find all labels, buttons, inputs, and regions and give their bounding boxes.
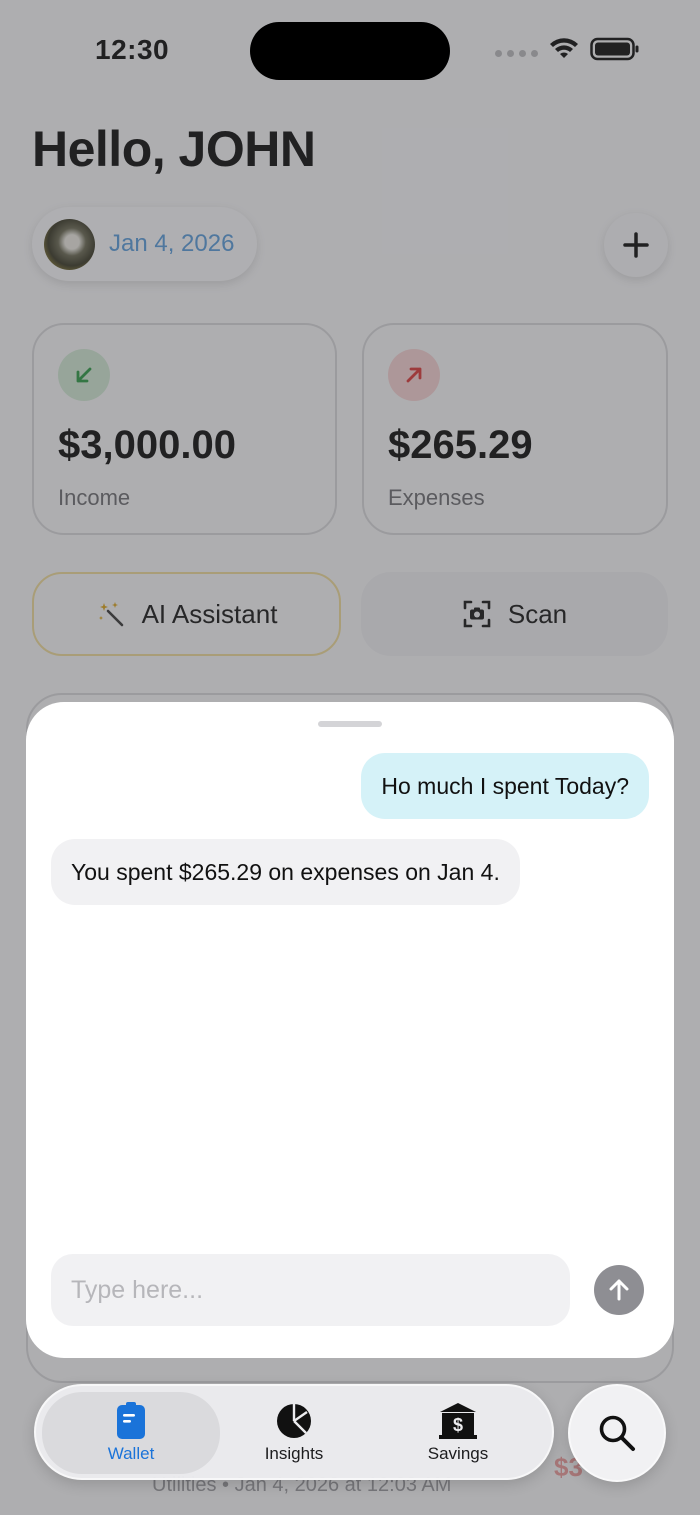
tab-bar: Wallet Insights $ Savings bbox=[34, 1384, 554, 1480]
tab-savings-label: Savings bbox=[427, 1444, 489, 1463]
wallet-icon bbox=[117, 1402, 145, 1439]
app-screen: 12:30 Hello, JOHN Jan 4, 2026 $3,000.00 … bbox=[0, 0, 700, 1515]
bank-icon: $ bbox=[439, 1403, 477, 1439]
tab-wallet[interactable]: Wallet bbox=[42, 1392, 220, 1474]
search-icon bbox=[599, 1415, 635, 1451]
chat-input[interactable] bbox=[51, 1254, 570, 1326]
search-button[interactable] bbox=[568, 1384, 666, 1482]
assistant-message-bubble: You spent $265.29 on expenses on Jan 4. bbox=[51, 839, 520, 905]
arrow-up-icon bbox=[609, 1279, 629, 1301]
sheet-grabber[interactable] bbox=[318, 721, 382, 727]
dynamic-island bbox=[250, 22, 450, 80]
ai-assistant-sheet: Ho much I spent Today? You spent $265.29… bbox=[26, 702, 674, 1358]
user-message-bubble: Ho much I spent Today? bbox=[361, 753, 649, 819]
tab-savings[interactable]: $ Savings bbox=[378, 1392, 538, 1474]
send-button[interactable] bbox=[594, 1265, 644, 1315]
tab-insights-label: Insights bbox=[264, 1444, 324, 1463]
pie-chart-icon bbox=[277, 1404, 311, 1438]
svg-text:$: $ bbox=[453, 1415, 463, 1435]
tab-wallet-label: Wallet bbox=[107, 1444, 155, 1463]
tab-insights[interactable]: Insights bbox=[214, 1392, 374, 1474]
